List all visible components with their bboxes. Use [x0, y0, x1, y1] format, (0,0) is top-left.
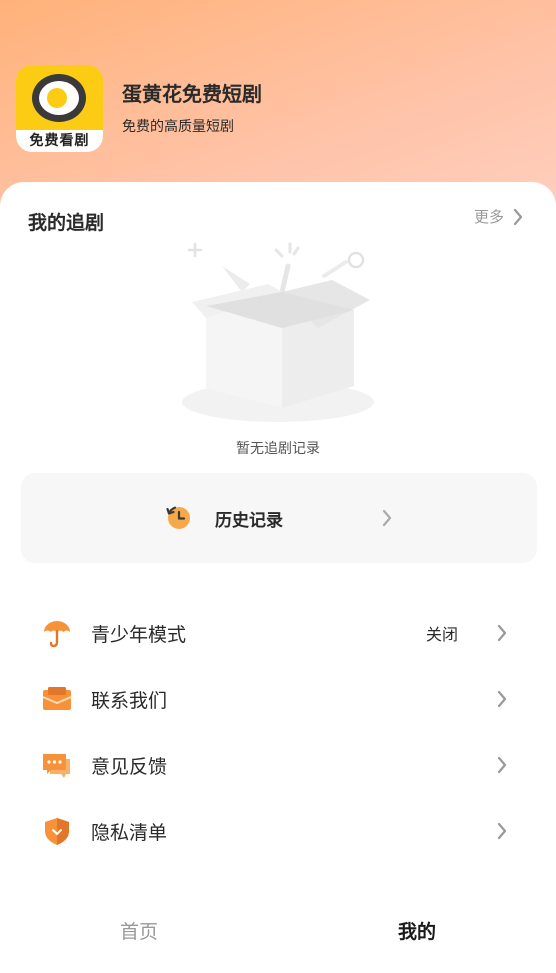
tab-mine[interactable]: 我的	[278, 900, 556, 964]
logo-text: 免费看剧	[16, 129, 103, 152]
bottom-tab-bar: 首页 我的	[0, 900, 556, 964]
chevron-right-icon	[497, 690, 507, 708]
chevron-right-icon	[497, 624, 507, 642]
chevron-right-icon	[513, 208, 523, 225]
my-dramas-title: 我的追剧	[28, 212, 105, 234]
menu-item-feedback[interactable]: 意见反馈	[0, 732, 556, 798]
app-logo: 免费看剧	[16, 64, 103, 152]
menu-item-youth-mode[interactable]: 青少年模式 关闭	[0, 600, 556, 666]
menu-item-label: 联系我们	[91, 689, 168, 712]
envelope-icon	[42, 684, 72, 714]
chevron-right-icon	[497, 756, 507, 774]
app-slogan: 免费的高质量短剧	[122, 119, 234, 135]
tab-home[interactable]: 首页	[0, 900, 278, 964]
menu-item-privacy-list[interactable]: 隐私清单	[0, 798, 556, 864]
more-label: 更多	[473, 208, 504, 226]
chevron-right-icon	[382, 509, 392, 527]
more-link[interactable]: 更多	[474, 206, 524, 227]
history-button[interactable]: 历史记录	[21, 473, 537, 563]
umbrella-icon	[42, 618, 72, 648]
empty-box-illustration	[182, 242, 374, 422]
empty-state-text: 暂无追剧记录	[236, 441, 320, 457]
menu-item-label: 隐私清单	[91, 821, 168, 844]
chat-bubble-icon	[42, 750, 72, 780]
shield-icon	[42, 816, 72, 846]
youth-mode-status: 关闭	[425, 625, 458, 644]
menu-item-contact-us[interactable]: 联系我们	[0, 666, 556, 732]
settings-menu: 青少年模式 关闭 联系我们 意见反馈 隐私清单	[0, 600, 556, 864]
chevron-right-icon	[497, 822, 507, 840]
menu-item-label: 意见反馈	[91, 755, 168, 778]
history-clock-icon	[166, 506, 190, 529]
app-name: 蛋黄花免费短剧	[122, 82, 262, 106]
profile-card: 我的追剧 更多 暂无追剧记录 历史记录 青少年模式 关闭 联系我们 意见反馈 隐…	[0, 182, 556, 973]
app-header: 免费看剧 蛋黄花免费短剧 免费的高质量短剧	[16, 64, 536, 152]
history-label: 历史记录	[215, 510, 283, 531]
menu-item-label: 青少年模式	[91, 623, 187, 646]
app-info: 蛋黄花免费短剧 免费的高质量短剧	[122, 80, 262, 136]
